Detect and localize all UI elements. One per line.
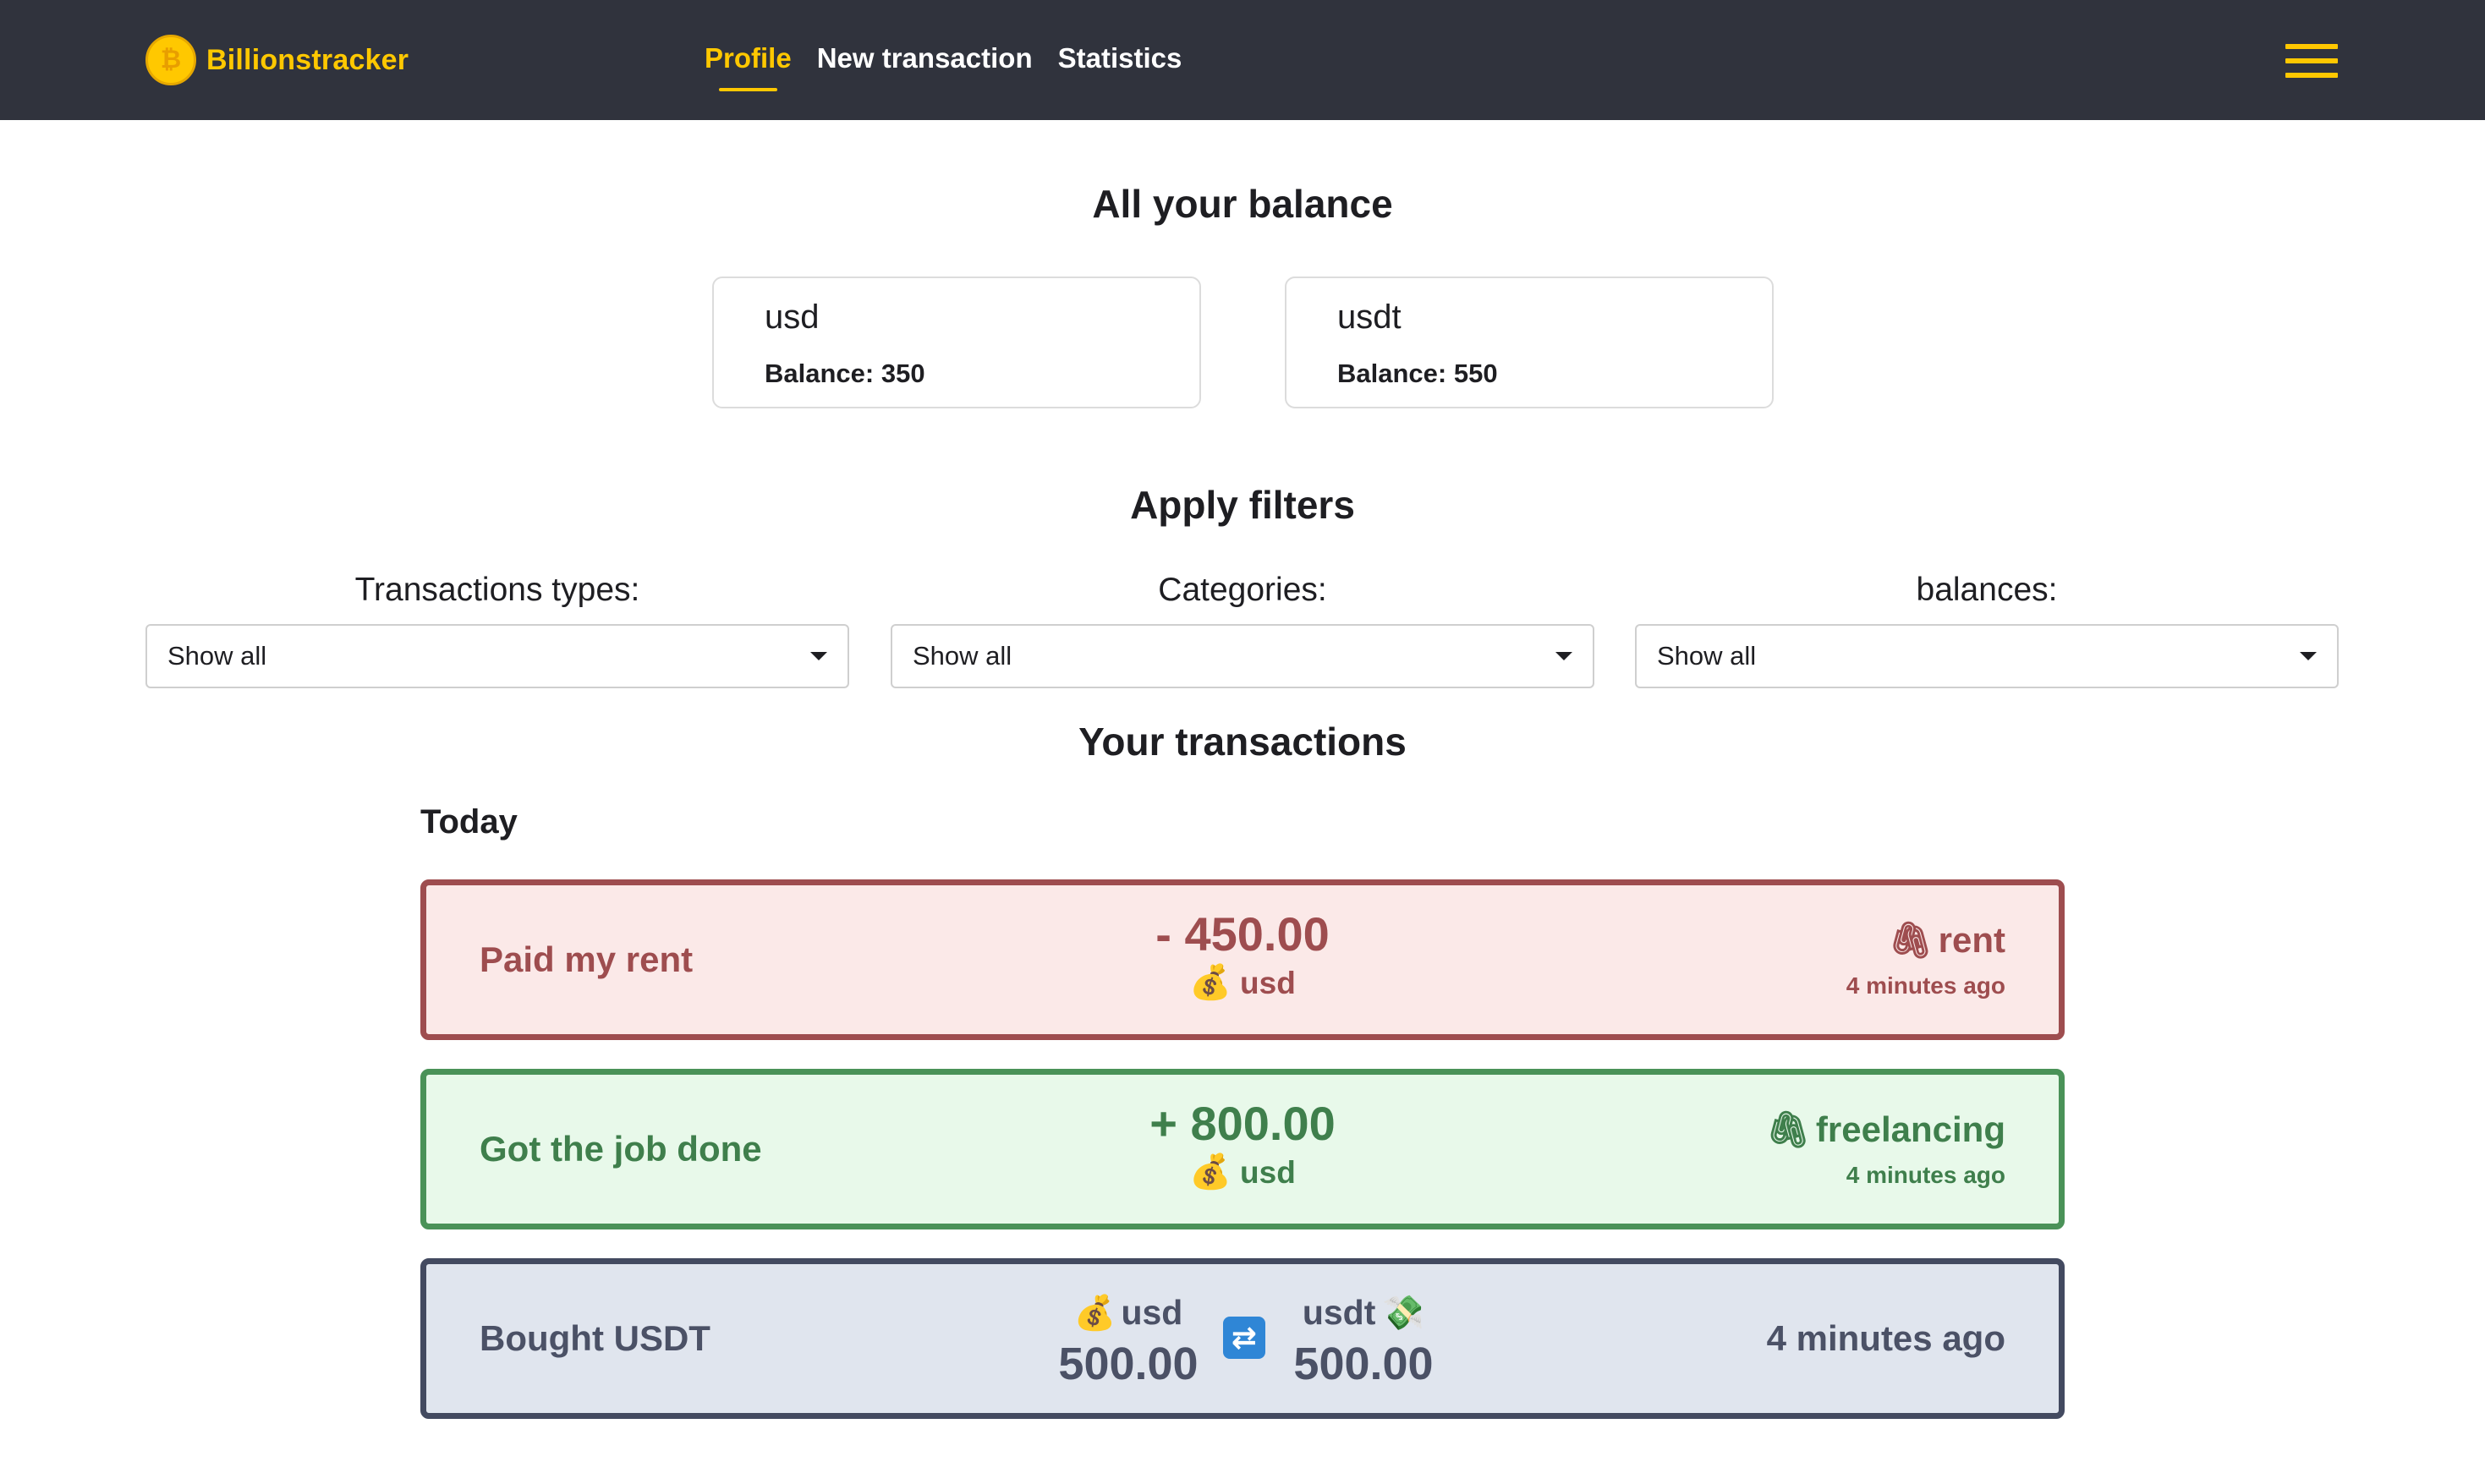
exchange-to-amount: 500.00 (1293, 1339, 1434, 1389)
transaction-group-label: Today (420, 803, 518, 841)
repeat-arrows-icon: ⇄ (1223, 1317, 1265, 1359)
flying-money-icon: 💸 (1382, 1295, 1425, 1332)
filter-label: Transactions types: (354, 572, 640, 608)
balance-card-usdt: usdt Balance: 550 (1285, 277, 1774, 408)
filter-categories: Categories: Show all (891, 567, 1594, 688)
select-value: Show all (1657, 641, 1757, 671)
balance-section-title: All your balance (1092, 182, 1393, 226)
money-bag-icon: 💰 (1073, 1295, 1116, 1332)
brand-logo-link[interactable]: ₿ Billionstracker (145, 34, 409, 86)
top-navbar: ₿ Billionstracker Profile New transactio… (0, 0, 2485, 120)
filter-label: Categories: (1158, 572, 1327, 608)
transaction-title: Paid my rent (480, 939, 694, 979)
balance-card-currency: usd (765, 298, 820, 336)
balance-card-amount: Balance: 550 (1337, 359, 1498, 388)
transaction-meta: 🖇 freelancing 4 minutes ago (1766, 1109, 2005, 1190)
caret-down-icon (810, 652, 827, 660)
exchange-from-currency-line: 💰 usd (1044, 1291, 1213, 1334)
select-value: Show all (167, 641, 267, 671)
balance-card-currency: usdt (1337, 298, 1402, 336)
exchange-from: 💰 usd 500.00 (1044, 1291, 1213, 1390)
transaction-category-line: 🖇 freelancing (1766, 1109, 2005, 1151)
filter-label: balances: (1916, 572, 2058, 608)
transaction-currency: usd (1240, 1155, 1296, 1190)
money-bag-icon: 💰 (1189, 1153, 1232, 1191)
filter-balances: balances: Show all (1635, 567, 2339, 688)
brand-name: Billionstracker (206, 43, 409, 76)
transaction-meta: 🖇 rent 4 minutes ago (1846, 919, 2005, 1000)
transaction-amount: - 450.00 (1155, 907, 1330, 961)
exchange-to-currency-line: usdt 💸 (1279, 1291, 1448, 1334)
transaction-category: rent (1938, 920, 2005, 960)
transaction-card-exchange[interactable]: Bought USDT 💰 usd 500.00 ⇄ usdt 💸 500.00 4… (420, 1258, 2065, 1419)
transaction-card-expense[interactable]: Paid my rent - 450.00 💰 usd 🖇 rent 4 minut… (420, 879, 2065, 1040)
transaction-category-line: 🖇 rent (1846, 919, 2005, 961)
exchange-from-amount: 500.00 (1058, 1339, 1199, 1389)
transaction-currency-line: 💰 usd (426, 963, 2059, 1003)
exchange-to: usdt 💸 500.00 (1279, 1291, 1448, 1390)
paperclip-icon: 🖇 (1765, 1109, 1811, 1149)
filters-section-title: Apply filters (1130, 483, 1355, 527)
transactions-section-title: Your transactions (1078, 720, 1407, 764)
transaction-currency: usd (1240, 966, 1296, 1000)
transaction-time: 4 minutes ago (1766, 1318, 2005, 1358)
balance-card-usd: usd Balance: 350 (712, 277, 1201, 408)
balances-select[interactable]: Show all (1635, 624, 2339, 688)
nav-link-profile[interactable]: Profile (705, 42, 792, 91)
transaction-time: 4 minutes ago (1846, 1162, 2005, 1188)
transaction-title: Got the job done (480, 1129, 762, 1169)
balance-card-amount: Balance: 350 (765, 359, 925, 388)
exchange-to-currency: usdt (1302, 1293, 1376, 1332)
filter-transaction-types: Transactions types: Show all (145, 567, 849, 688)
transaction-time: 4 minutes ago (1846, 972, 2005, 999)
transaction-card-income[interactable]: Got the job done + 800.00 💰 usd 🖇 freelanc… (420, 1069, 2065, 1229)
transaction-category: freelancing (1815, 1109, 2005, 1149)
nav-link-statistics[interactable]: Statistics (1058, 42, 1182, 74)
select-value: Show all (913, 641, 1012, 671)
nav-links: Profile New transaction Statistics (705, 42, 1182, 91)
money-bag-icon: 💰 (1189, 964, 1232, 1001)
transaction-types-select[interactable]: Show all (145, 624, 849, 688)
categories-select[interactable]: Show all (891, 624, 1594, 688)
transaction-title: Bought USDT (480, 1318, 710, 1358)
paperclip-icon: 🖇 (1888, 920, 1934, 960)
nav-link-new-transaction[interactable]: New transaction (817, 42, 1033, 74)
bitcoin-coin-icon: ₿ (145, 35, 196, 85)
caret-down-icon (2300, 652, 2317, 660)
caret-down-icon (1555, 652, 1572, 660)
hamburger-menu-icon[interactable] (2285, 44, 2338, 78)
exchange-from-currency: usd (1121, 1293, 1183, 1332)
